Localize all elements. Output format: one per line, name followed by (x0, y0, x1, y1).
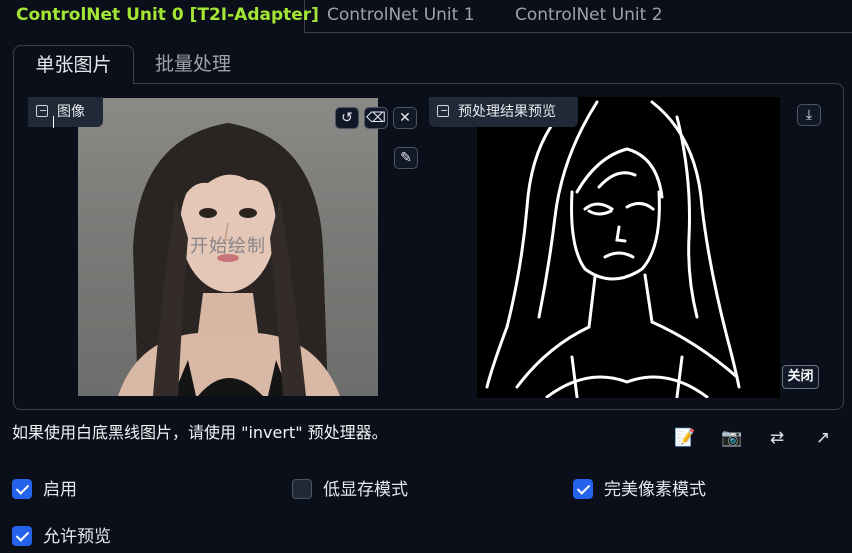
image-icon (36, 105, 48, 117)
preprocessor-preview-image (477, 97, 780, 398)
enable-checkbox-row[interactable]: 启用 (12, 478, 77, 502)
text-cursor (53, 116, 54, 128)
image-input-label: 图像 (28, 97, 103, 127)
input-image-canvas[interactable]: 开始绘制 (78, 98, 378, 396)
image-input-label-text: 图像 (57, 104, 85, 120)
brush-icon[interactable]: ✎ (394, 147, 418, 169)
send-dimensions-icon[interactable]: ↗ (811, 427, 835, 449)
tab-batch[interactable]: 批量处理 (155, 45, 231, 84)
low-vram-checkbox-row[interactable]: 低显存模式 (292, 478, 408, 502)
tab-unit-1[interactable]: ControlNet Unit 1 (327, 0, 475, 32)
pixel-perfect-checkbox[interactable] (573, 479, 593, 499)
allow-preview-checkbox[interactable] (12, 526, 32, 546)
edit-icon[interactable]: 📝 (673, 427, 697, 449)
start-drawing-text: 开始绘制 (190, 236, 266, 257)
lineart-image (485, 100, 741, 398)
preview-label: 预处理结果预览 (429, 97, 578, 127)
close-icon[interactable]: ✕ (393, 107, 417, 129)
allow-preview-checkbox-row[interactable]: 允许预览 (12, 525, 111, 549)
close-preview-button[interactable]: 关闭 (782, 365, 819, 389)
low-vram-checkbox[interactable] (292, 479, 312, 499)
tab-single-image[interactable]: 单张图片 (13, 45, 134, 84)
invert-hint-text: 如果使用白底黑线图片，请使用 "invert" 预处理器。 (12, 423, 388, 442)
controlnet-panel: ControlNet Unit 0 [T2I-Adapter] ControlN… (0, 0, 852, 553)
low-vram-label: 低显存模式 (323, 480, 408, 500)
swap-icon[interactable]: ⇄ (765, 427, 789, 449)
unit-tab-bar: ControlNet Unit 0 [T2I-Adapter] ControlN… (0, 0, 852, 33)
camera-icon[interactable]: 📷 (720, 427, 744, 449)
pixel-perfect-label: 完美像素模式 (604, 480, 706, 500)
tab-unit-0[interactable]: ControlNet Unit 0 [T2I-Adapter] (0, 0, 319, 33)
tab-unit-2[interactable]: ControlNet Unit 2 (515, 0, 663, 32)
pixel-perfect-checkbox-row[interactable]: 完美像素模式 (573, 478, 706, 502)
download-icon[interactable]: ⤓ (797, 104, 821, 126)
image-icon (437, 105, 449, 117)
enable-label: 启用 (43, 480, 77, 500)
allow-preview-label: 允许预览 (43, 527, 111, 547)
eraser-icon[interactable]: ⌫ (364, 107, 388, 129)
enable-checkbox[interactable] (12, 479, 32, 499)
preview-label-text: 预处理结果预览 (458, 104, 556, 120)
reset-icon[interactable]: ↺ (335, 107, 359, 129)
